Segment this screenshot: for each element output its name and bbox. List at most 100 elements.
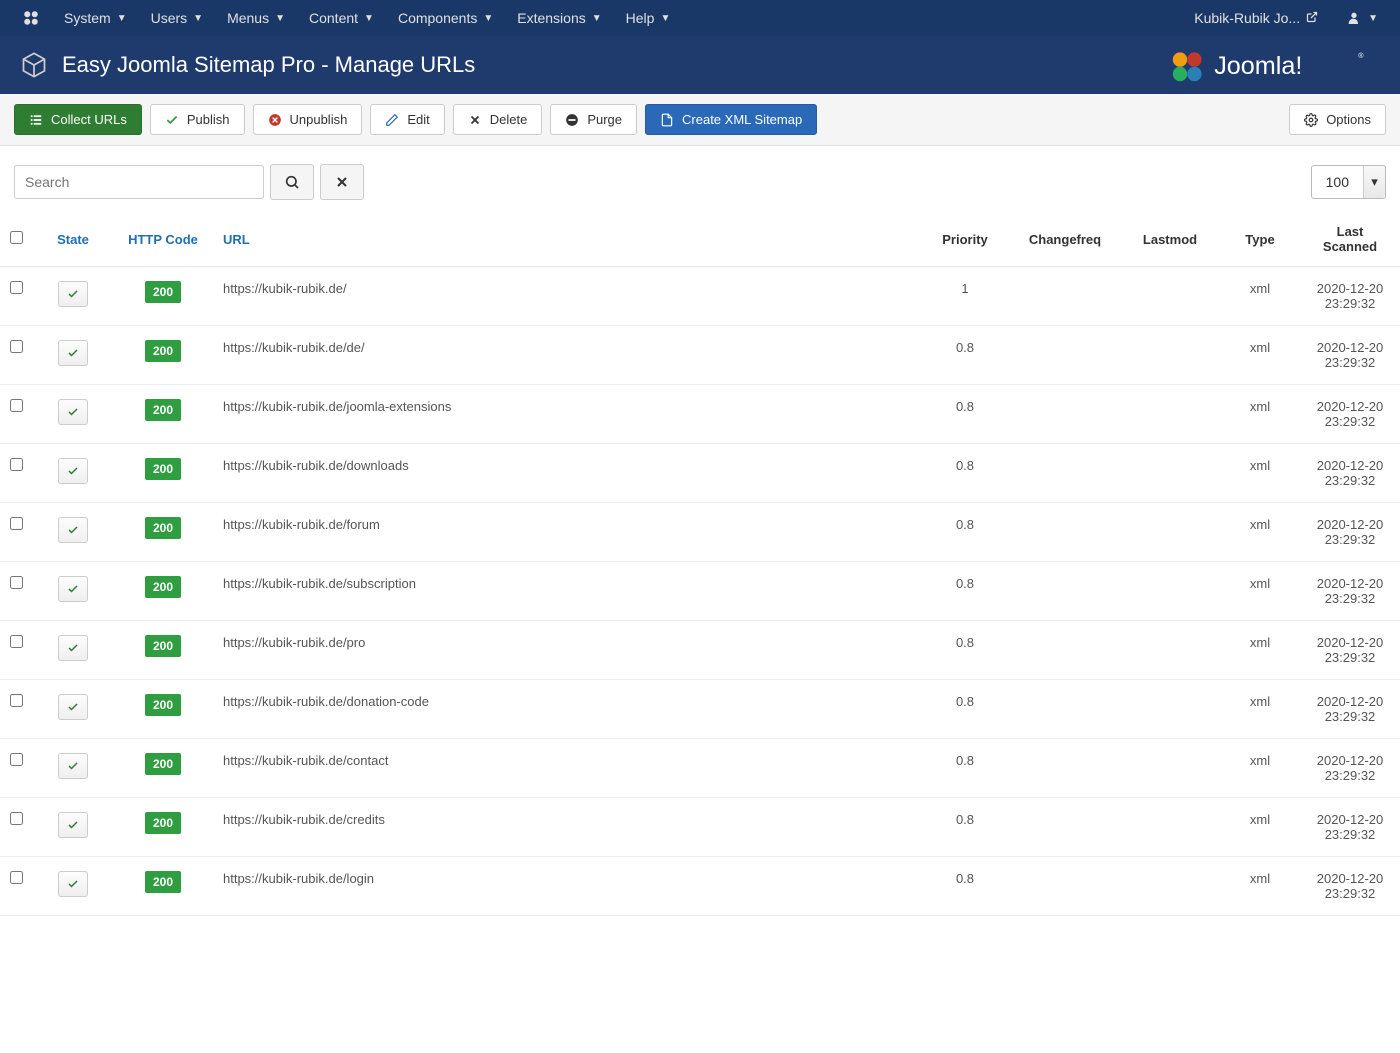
- type-cell: xml: [1220, 385, 1300, 444]
- x-circle-icon: [268, 113, 282, 127]
- edit-button[interactable]: Edit: [370, 104, 444, 135]
- state-toggle-button[interactable]: [58, 399, 88, 425]
- scanned-cell: 2020-12-20 23:29:32: [1300, 857, 1400, 916]
- nav-extensions[interactable]: Extensions▼: [507, 0, 611, 36]
- search-input[interactable]: [14, 165, 264, 199]
- clear-search-button[interactable]: [320, 164, 364, 200]
- nav-help[interactable]: Help▼: [616, 0, 681, 36]
- state-toggle-button[interactable]: [58, 458, 88, 484]
- options-button[interactable]: Options: [1289, 104, 1386, 135]
- state-toggle-button[interactable]: [58, 694, 88, 720]
- row-checkbox[interactable]: [10, 517, 23, 530]
- row-checkbox[interactable]: [10, 576, 23, 589]
- changefreq-cell: [1010, 267, 1120, 326]
- col-changefreq-header[interactable]: Changefreq: [1010, 210, 1120, 267]
- http-code-badge: 200: [145, 694, 181, 716]
- row-checkbox[interactable]: [10, 635, 23, 648]
- nav-users[interactable]: Users▼: [141, 0, 213, 36]
- state-toggle-button[interactable]: [58, 517, 88, 543]
- http-code-badge: 200: [145, 340, 181, 362]
- nav-components[interactable]: Components▼: [388, 0, 503, 36]
- type-cell: xml: [1220, 798, 1300, 857]
- col-url-header[interactable]: URL: [213, 210, 920, 267]
- url-cell: https://kubik-rubik.de/donation-code: [213, 680, 920, 739]
- nav-system[interactable]: System▼: [54, 0, 137, 36]
- cube-icon: [20, 51, 48, 79]
- state-toggle-button[interactable]: [58, 871, 88, 897]
- caret-down-icon: ▼: [660, 13, 670, 24]
- scanned-cell: 2020-12-20 23:29:32: [1300, 444, 1400, 503]
- row-checkbox[interactable]: [10, 812, 23, 825]
- create-xml-sitemap-button[interactable]: Create XML Sitemap: [645, 104, 817, 135]
- table-row: 200 https://kubik-rubik.de/login 0.8 xml…: [0, 857, 1400, 916]
- select-all-checkbox[interactable]: [10, 231, 23, 244]
- state-toggle-button[interactable]: [58, 635, 88, 661]
- check-icon: [165, 113, 179, 127]
- type-cell: xml: [1220, 680, 1300, 739]
- joomla-brand: Joomla! ®: [1160, 47, 1380, 83]
- http-code-badge: 200: [145, 281, 181, 303]
- gear-icon: [1304, 113, 1318, 127]
- lastmod-cell: [1120, 562, 1220, 621]
- scanned-cell: 2020-12-20 23:29:32: [1300, 562, 1400, 621]
- nav-menus[interactable]: Menus▼: [217, 0, 295, 36]
- state-toggle-button[interactable]: [58, 340, 88, 366]
- state-toggle-button[interactable]: [58, 812, 88, 838]
- delete-button[interactable]: Delete: [453, 104, 543, 135]
- priority-cell: 0.8: [920, 562, 1010, 621]
- row-checkbox[interactable]: [10, 399, 23, 412]
- priority-cell: 0.8: [920, 326, 1010, 385]
- purge-button[interactable]: Purge: [550, 104, 637, 135]
- site-link[interactable]: Kubik-Rubik Jo...: [1184, 0, 1328, 36]
- check-icon: [67, 288, 79, 300]
- scanned-cell: 2020-12-20 23:29:32: [1300, 503, 1400, 562]
- row-checkbox[interactable]: [10, 871, 23, 884]
- svg-text:Joomla!: Joomla!: [1214, 52, 1302, 80]
- limit-select[interactable]: 100 ▾: [1311, 165, 1386, 199]
- check-icon: [67, 406, 79, 418]
- url-cell: https://kubik-rubik.de/: [213, 267, 920, 326]
- check-icon: [67, 642, 79, 654]
- nav-content[interactable]: Content▼: [299, 0, 384, 36]
- type-cell: xml: [1220, 621, 1300, 680]
- collect-urls-button[interactable]: Collect URLs: [14, 104, 142, 135]
- svg-text:®: ®: [1358, 51, 1364, 60]
- caret-down-icon: ▼: [275, 13, 285, 24]
- state-toggle-button[interactable]: [58, 281, 88, 307]
- row-checkbox[interactable]: [10, 281, 23, 294]
- row-checkbox[interactable]: [10, 458, 23, 471]
- caret-down-icon: ▼: [364, 13, 374, 24]
- priority-cell: 0.8: [920, 503, 1010, 562]
- unpublish-button[interactable]: Unpublish: [253, 104, 363, 135]
- table-row: 200 https://kubik-rubik.de/contact 0.8 x…: [0, 739, 1400, 798]
- search-button[interactable]: [270, 164, 314, 200]
- search-icon: [284, 174, 300, 190]
- scanned-cell: 2020-12-20 23:29:32: [1300, 798, 1400, 857]
- caret-down-icon: ▼: [117, 13, 127, 24]
- joomla-logo-icon[interactable]: [12, 0, 50, 36]
- row-checkbox[interactable]: [10, 753, 23, 766]
- changefreq-cell: [1010, 326, 1120, 385]
- pencil-icon: [385, 113, 399, 127]
- table-row: 200 https://kubik-rubik.de/pro 0.8 xml 2…: [0, 621, 1400, 680]
- state-toggle-button[interactable]: [58, 753, 88, 779]
- state-toggle-button[interactable]: [58, 576, 88, 602]
- lastmod-cell: [1120, 385, 1220, 444]
- col-http-header[interactable]: HTTP Code: [113, 210, 213, 267]
- col-state-header[interactable]: State: [33, 210, 113, 267]
- http-code-badge: 200: [145, 812, 181, 834]
- col-type-header[interactable]: Type: [1220, 210, 1300, 267]
- col-lastmod-header[interactable]: Lastmod: [1120, 210, 1220, 267]
- priority-cell: 0.8: [920, 739, 1010, 798]
- col-priority-header[interactable]: Priority: [920, 210, 1010, 267]
- publish-button[interactable]: Publish: [150, 104, 245, 135]
- check-icon: [67, 347, 79, 359]
- row-checkbox[interactable]: [10, 340, 23, 353]
- user-menu[interactable]: ▼: [1336, 0, 1388, 36]
- col-scanned-header[interactable]: Last Scanned: [1300, 210, 1400, 267]
- type-cell: xml: [1220, 562, 1300, 621]
- row-checkbox[interactable]: [10, 694, 23, 707]
- caret-down-icon: ▾: [1363, 166, 1385, 198]
- changefreq-cell: [1010, 857, 1120, 916]
- check-icon: [67, 760, 79, 772]
